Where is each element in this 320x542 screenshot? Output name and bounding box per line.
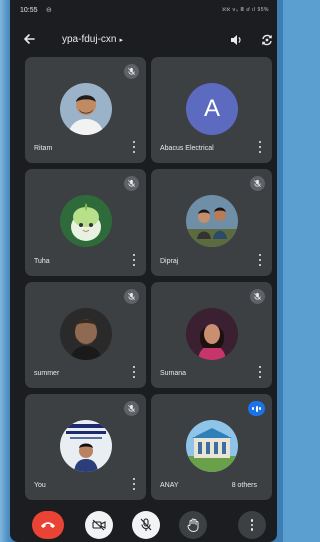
participant-tile[interactable]: A Abacus Electrical [151,57,272,163]
participant-tile[interactable]: Dipraj [151,169,272,276]
avatar [60,83,112,135]
participant-name: Tuha [34,258,50,265]
status-bar: 10:55 ⊖ ℵℵ ⅴ₀ Ⅲ ⅆ ıl 95% [10,4,277,18]
more-vert-icon[interactable] [258,366,262,378]
camera-toggle-button[interactable] [85,511,113,539]
avatar [186,195,238,247]
more-vert-icon[interactable] [132,366,136,378]
others-pill[interactable]: 8 others [224,477,264,494]
participant-tile[interactable]: Ritam [25,57,146,163]
status-right-indicators: ℵℵ ⅴ₀ Ⅲ ⅆ ıl 95% [222,7,269,13]
end-call-button[interactable] [32,511,64,539]
participant-name: summer [34,370,60,377]
participant-name: Dipraj [160,258,179,265]
mic-off-icon [140,518,152,531]
participant-name: Sumana [160,370,187,377]
participant-tile[interactable]: ANAY 8 others [151,394,272,500]
avatar [186,420,238,472]
meeting-code[interactable]: ypa-fduj-cxn ▸ [62,34,123,45]
more-vert-icon [250,519,254,531]
meeting-code-text: ypa-fduj-cxn [62,34,117,45]
mic-off-icon [250,289,265,304]
mic-toggle-button[interactable] [132,511,160,539]
more-vert-icon[interactable] [258,141,262,153]
participant-tile[interactable]: Tuha [25,169,146,276]
more-options-button[interactable] [238,511,266,539]
more-vert-icon[interactable] [258,254,262,266]
avatar [60,420,112,472]
participant-name: Ritam [34,145,53,152]
back-arrow-icon[interactable] [22,32,36,48]
avatar [186,308,238,360]
avatar [60,308,112,360]
participant-tile[interactable]: You [25,394,146,500]
participant-name: Abacus Electrical [160,145,214,152]
speaker-icon[interactable] [229,33,243,47]
raise-hand-icon [187,518,198,532]
top-bar: ypa-fduj-cxn ▸ [10,26,277,54]
mic-off-icon [124,401,139,416]
speaking-indicator-icon [248,401,265,416]
more-vert-icon[interactable] [132,254,136,266]
participant-tile[interactable]: Sumana [151,282,272,388]
mic-off-icon [124,64,139,79]
end-call-icon [41,522,55,528]
call-controls [10,506,277,542]
mic-off-icon [124,176,139,191]
participant-name: You [34,482,46,489]
letter-avatar: A [186,83,238,135]
more-vert-icon[interactable] [132,141,136,153]
switch-camera-icon[interactable] [260,33,274,47]
videocam-off-icon [92,519,106,531]
participant-name: ANAY [160,482,179,489]
chevron-right-icon: ▸ [119,37,123,44]
mic-off-icon [124,289,139,304]
raise-hand-button[interactable] [179,511,207,539]
more-vert-icon[interactable] [132,478,136,490]
status-time: 10:55 [20,7,38,14]
participant-tile[interactable]: summer [25,282,146,388]
meet-screen: 10:55 ⊖ ℵℵ ⅴ₀ Ⅲ ⅆ ıl 95% ypa-fduj-cxn▸ [10,0,277,542]
status-indicator: ⊖ [46,7,52,14]
avatar [60,195,112,247]
mic-off-icon [250,176,265,191]
